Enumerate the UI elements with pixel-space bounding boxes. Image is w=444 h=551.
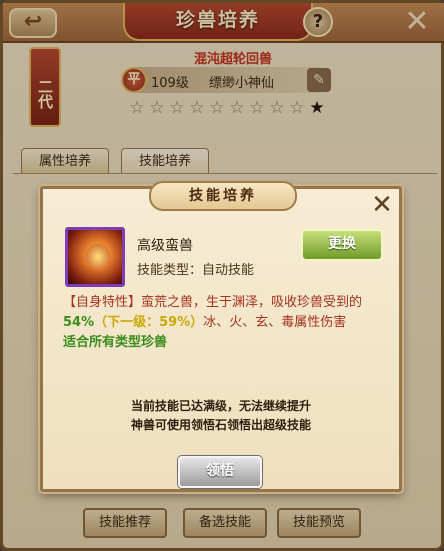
applicable-note: 适合所有类型珍兽 (63, 335, 168, 350)
dialog-title: 技能培养 (149, 181, 297, 211)
comprehend-button[interactable]: 领悟 (178, 456, 262, 488)
notice-line-2: 神兽可使用领悟石领悟出超级技能 (130, 418, 311, 432)
change-skill-button[interactable]: 更换 (301, 229, 383, 261)
next-level-percent: （下一级：59%） (94, 315, 204, 330)
beast-face-decoration (86, 244, 110, 270)
close-icon[interactable]: ✕ (369, 192, 395, 219)
skill-description: 【自身特性】蛮荒之兽，生于渊泽，吸收珍兽受到的 54%（下一级：59%）冰、火、… (55, 293, 393, 379)
description-line-2: 54%（下一级：59%）冰、火、玄、毒属性伤害 (63, 313, 393, 333)
damage-types: 冰、火、玄、毒属性伤害 (203, 315, 347, 330)
current-percent: 54% (63, 315, 95, 330)
skill-name: 高级蛮兽 (137, 238, 193, 254)
skill-training-dialog: 技能培养 ✕ 高级蛮兽 技能类型：自动技能 更换 【自身特性】蛮荒之兽，生于渊泽… (40, 181, 402, 492)
skill-type: 技能类型：自动技能 (137, 263, 255, 278)
max-level-notice: 当前技能已达满级，无法继续提升 神兽可使用领悟石领悟出超级技能 (43, 397, 399, 435)
description-line-1: 【自身特性】蛮荒之兽，生于渊泽，吸收珍兽受到的 (63, 295, 363, 310)
beast-skill-icon (65, 227, 125, 287)
notice-line-1: 当前技能已达满级，无法继续提升 (130, 399, 311, 413)
